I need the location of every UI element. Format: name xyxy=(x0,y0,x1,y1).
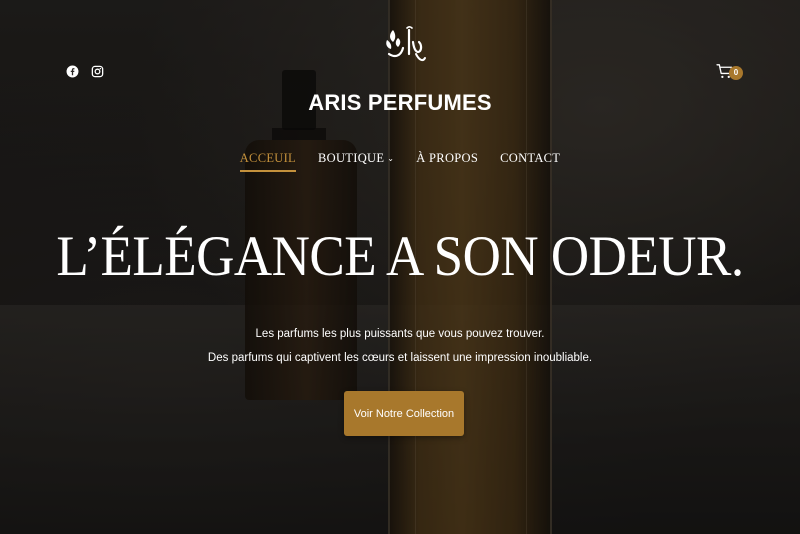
instagram-icon[interactable] xyxy=(91,65,104,78)
view-collection-button[interactable]: Voir Notre Collection xyxy=(344,391,464,436)
hero-subtext-line-2: Des parfums qui captivent les cœurs et l… xyxy=(207,352,593,364)
nav-item-label: À PROPOS xyxy=(416,151,479,165)
nav-item-contact[interactable]: CONTACT xyxy=(500,151,560,172)
nav-item-label: ACCEUIL xyxy=(239,151,296,165)
nav-item-boutique[interactable]: BOUTIQUE ⌄ xyxy=(318,151,394,172)
cart-count-badge: 0 xyxy=(729,66,743,80)
facebook-icon[interactable] xyxy=(66,65,79,78)
nav-item-a-propos[interactable]: À PROPOS xyxy=(416,151,478,172)
nav-item-accueil[interactable]: ACCEUIL xyxy=(239,151,297,172)
hero-subtext: Les parfums les plus puissants que vous … xyxy=(0,322,800,370)
hero-subtext-line-1: Les parfums les plus puissants que vous … xyxy=(255,328,545,340)
main-nav: ACCEUIL BOUTIQUE ⌄ À PROPOS CONTACT xyxy=(0,151,800,172)
chevron-down-icon: ⌄ xyxy=(387,154,395,163)
cart-button[interactable]: 0 xyxy=(716,63,746,83)
hero-headline: L’ÉLÉGANCE A SON ODEUR. xyxy=(56,225,744,288)
nav-item-label: CONTACT xyxy=(500,151,561,165)
social-links xyxy=(66,65,104,78)
brand-name[interactable]: ARIS PERFUMES xyxy=(0,90,800,116)
hero-section: ARIS PERFUMES 0 ACCEUIL BOUTIQUE ⌄ À PRO… xyxy=(0,0,800,534)
arabic-calligraphy-logo[interactable] xyxy=(383,24,427,70)
nav-item-label: BOUTIQUE xyxy=(318,151,385,165)
